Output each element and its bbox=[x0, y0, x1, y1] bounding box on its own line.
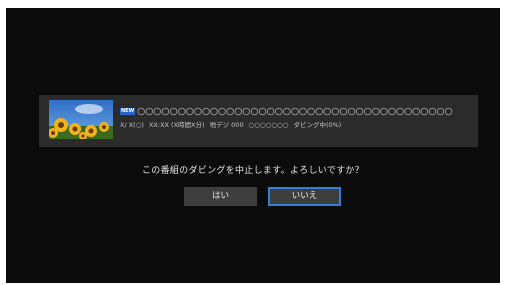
program-details: X/ X(○) XX:XX (X時間X分) 地デジ 000 ○○○○○○○ ダビ… bbox=[120, 119, 472, 129]
program-title: ○○○○○○○○○○○○○○○○○○○○○○○○○○○○○○○○○○○○○○○ bbox=[137, 106, 453, 117]
sunflower-field-image-icon bbox=[49, 100, 113, 139]
program-channel: 地デジ 000 bbox=[209, 121, 244, 129]
program-date: X/ X(○) bbox=[120, 121, 144, 129]
yes-button[interactable]: はい bbox=[184, 187, 257, 206]
program-thumbnail bbox=[49, 100, 113, 139]
program-info: NEW ○○○○○○○○○○○○○○○○○○○○○○○○○○○○○○○○○○○○… bbox=[120, 106, 472, 129]
program-info-bar: NEW ○○○○○○○○○○○○○○○○○○○○○○○○○○○○○○○○○○○○… bbox=[39, 95, 478, 147]
new-badge: NEW bbox=[120, 108, 136, 115]
program-time: XX:XX (X時間X分) bbox=[148, 121, 205, 129]
program-channel-name: ○○○○○○○ bbox=[248, 121, 289, 129]
confirm-message: この番組のダビングを中止します。よろしいですか？ bbox=[141, 166, 365, 176]
program-title-line: NEW ○○○○○○○○○○○○○○○○○○○○○○○○○○○○○○○○○○○○… bbox=[120, 106, 472, 117]
tv-screen: NEW ○○○○○○○○○○○○○○○○○○○○○○○○○○○○○○○○○○○○… bbox=[6, 8, 500, 283]
dubbing-status: ダビング中(0%) bbox=[293, 121, 342, 129]
no-button[interactable]: いいえ bbox=[268, 187, 341, 206]
